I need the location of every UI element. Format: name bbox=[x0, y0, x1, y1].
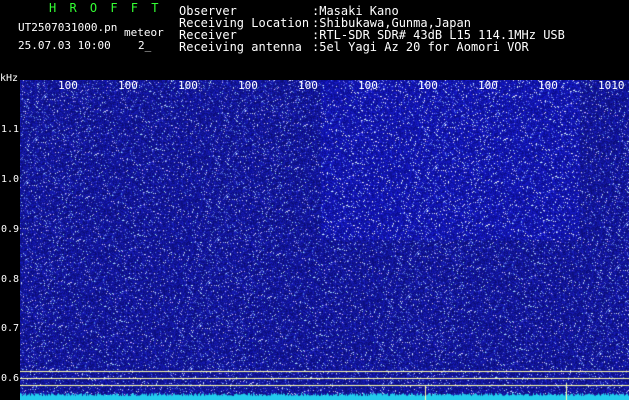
x-tick-label-last: 1010 bbox=[598, 79, 625, 92]
x-tick-label: 100 bbox=[58, 79, 78, 92]
meteor-count-value: 2_ bbox=[138, 39, 152, 52]
meteor-count-label: meteor bbox=[124, 26, 164, 39]
x-tick-label: 100 bbox=[418, 79, 438, 92]
spectrogram-canvas bbox=[20, 80, 629, 400]
antenna-key: Receiving antenna bbox=[179, 40, 302, 54]
y-tick-label: 0.7 bbox=[1, 323, 20, 334]
x-tick-label: 100 bbox=[538, 79, 558, 92]
y-axis-unit: kHz bbox=[0, 73, 19, 84]
app-title: H R O F F T bbox=[49, 1, 159, 15]
y-tick-label: 0.8 bbox=[1, 274, 20, 285]
file-name-label: UT2507031000.pn bbox=[18, 21, 118, 34]
hrofft-window: H R O F F T UT2507031000.pn meteor 25.07… bbox=[0, 0, 629, 400]
antenna-value: :5el Yagi Az 20 for Aomori VOR bbox=[312, 40, 529, 54]
y-tick-label: 0.6 bbox=[1, 373, 20, 384]
y-tick-label: 1.1 bbox=[1, 124, 20, 135]
y-tick-label: 0.9 bbox=[1, 224, 20, 235]
x-tick-label: 100 bbox=[178, 79, 198, 92]
x-tick-label: 100 bbox=[298, 79, 318, 92]
datetime-label: 25.07.03 10:00 bbox=[18, 39, 111, 52]
x-tick-label: 100 bbox=[238, 79, 258, 92]
x-tick-label: 100 bbox=[118, 79, 138, 92]
x-tick-label: 100 bbox=[478, 79, 498, 92]
y-tick-label: 1.0 bbox=[1, 174, 20, 185]
x-tick-label: 100 bbox=[358, 79, 378, 92]
